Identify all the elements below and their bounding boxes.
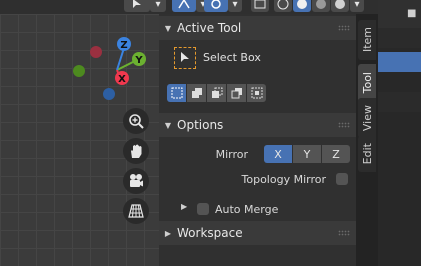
checkbox-icon[interactable]: ■ (407, 8, 416, 19)
chevron-down-icon[interactable]: ▾ (150, 0, 166, 12)
mode-difference-button[interactable] (227, 84, 246, 102)
chevron-down-icon[interactable]: ▾ (228, 0, 242, 12)
xray-icon[interactable] (251, 0, 269, 12)
outliner-row-selected[interactable] (378, 52, 421, 72)
mirror-z-button[interactable]: Z (322, 145, 350, 163)
sidebar-tabs: Item Tool View Edit (356, 14, 378, 266)
hand-icon (131, 144, 142, 158)
auto-merge-row[interactable]: ▶ Auto Merge (159, 202, 356, 218)
tool-name: Select Box (203, 51, 261, 64)
topology-mirror-checkbox[interactable] (336, 173, 348, 185)
collapse-arrow-icon: ▼ (164, 120, 172, 130)
sidebar-panel: ▼ Active Tool Select Box ▼ Options Mirro… (159, 14, 356, 266)
neg-z-axis-dot[interactable] (103, 88, 115, 100)
grid-icon (128, 204, 144, 218)
mode-set-button[interactable] (167, 84, 186, 102)
snap-icon[interactable] (204, 0, 228, 12)
neg-x-axis-dot[interactable] (90, 46, 102, 58)
camera-button[interactable] (123, 168, 149, 194)
workspace-header[interactable]: ▶ Workspace (159, 221, 356, 245)
expand-arrow-icon[interactable]: ▶ (181, 202, 187, 211)
outliner-row[interactable] (378, 92, 421, 112)
tab-tool[interactable]: Tool (358, 64, 376, 102)
mode-subtract-button[interactable] (207, 84, 226, 102)
navigation-gizmo[interactable]: Z Y X (70, 30, 160, 110)
outliner-header: ■ (378, 0, 421, 28)
drag-grip-icon[interactable] (338, 230, 350, 236)
perspective-button[interactable] (123, 198, 149, 224)
cursor-icon (181, 52, 189, 62)
tab-edit[interactable]: Edit (358, 136, 376, 172)
neg-y-axis-dot[interactable] (73, 65, 85, 77)
topology-mirror-label: Topology Mirror (241, 173, 326, 186)
outliner-panel[interactable]: ■ (378, 0, 421, 266)
chevron-down-icon[interactable]: ▾ (350, 0, 364, 12)
mode-extend-button[interactable] (187, 84, 206, 102)
solid-shading-icon[interactable] (293, 0, 311, 12)
camera-icon (130, 174, 143, 187)
x-axis-label: X (118, 74, 126, 85)
topology-mirror-row[interactable]: Topology Mirror (159, 172, 356, 188)
select-mode-button[interactable] (124, 0, 150, 12)
active-tool-header[interactable]: ▼ Active Tool (159, 16, 356, 40)
select-box-tool-icon[interactable] (174, 47, 196, 69)
options-header[interactable]: ▼ Options (159, 113, 356, 137)
mirror-x-button[interactable]: X (264, 145, 292, 163)
zoom-button[interactable] (123, 108, 149, 134)
z-axis-label: Z (120, 40, 127, 51)
outliner-row[interactable] (378, 28, 421, 48)
mirror-row: Mirror X Y Z (159, 145, 356, 163)
mode-intersect-button[interactable] (247, 84, 266, 102)
options-title: Options (177, 118, 224, 132)
workspace-title: Workspace (177, 226, 243, 240)
auto-merge-checkbox[interactable] (197, 203, 209, 215)
mirror-y-button[interactable]: Y (293, 145, 321, 163)
tab-view[interactable]: View (358, 98, 376, 138)
zoom-icon (129, 114, 144, 129)
drag-grip-icon[interactable] (338, 25, 350, 31)
collapse-arrow-icon: ▼ (164, 23, 172, 33)
selection-mode-buttons (167, 84, 267, 102)
material-shading-icon[interactable] (312, 0, 330, 12)
expand-arrow-icon: ▶ (164, 228, 172, 238)
wireframe-shading-icon[interactable] (274, 0, 292, 12)
rendered-shading-icon[interactable] (331, 0, 349, 12)
drag-grip-icon[interactable] (338, 122, 350, 128)
y-axis-label: Y (134, 55, 143, 66)
pan-button[interactable] (123, 138, 149, 164)
tab-item[interactable]: Item (358, 20, 376, 60)
auto-merge-label: Auto Merge (215, 203, 279, 216)
mirror-label: Mirror (215, 148, 248, 161)
active-tool-title: Active Tool (177, 21, 242, 35)
cursor-icon (133, 0, 141, 8)
transform-icon[interactable] (172, 0, 196, 12)
